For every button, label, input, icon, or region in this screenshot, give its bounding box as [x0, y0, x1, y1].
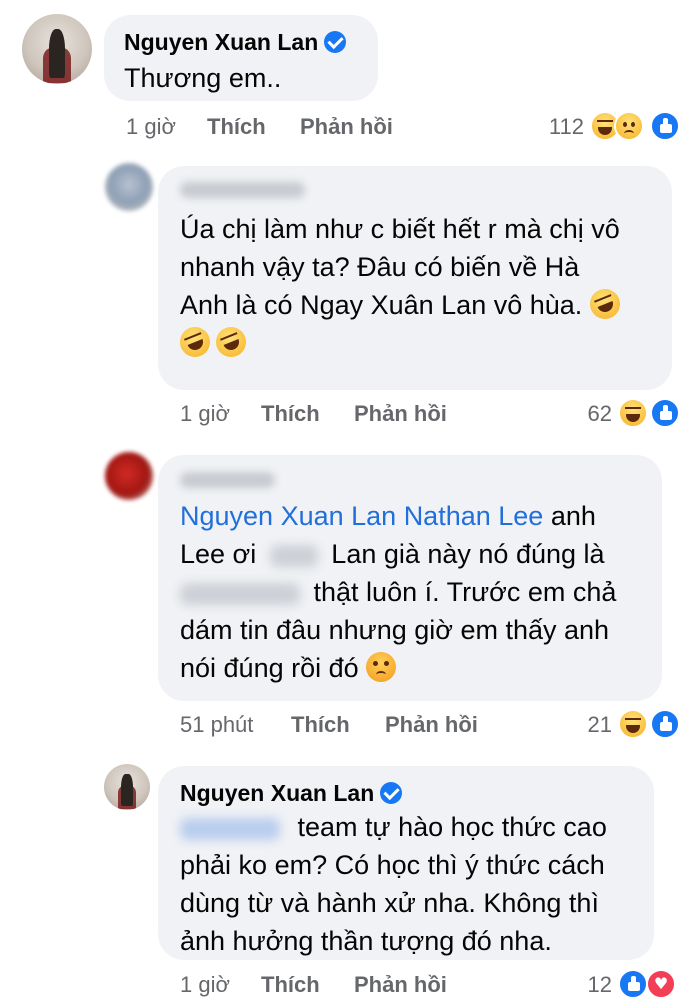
- like-reaction-icon[interactable]: [650, 709, 680, 739]
- haha-reaction-icon[interactable]: [618, 398, 648, 428]
- haha-reaction-icon[interactable]: [618, 709, 648, 739]
- reply-button[interactable]: Phản hồi: [300, 114, 393, 140]
- rolling-laughing-emoji: [585, 284, 625, 324]
- comment-time[interactable]: 1 giờ: [180, 972, 230, 998]
- rolling-laughing-emoji: [211, 322, 251, 362]
- rolling-laughing-emoji: [175, 322, 215, 362]
- comment-text: Úa chị làm như c biết hết r mà chị vô nh…: [175, 210, 665, 362]
- comment-text: Nguyen Xuan Lan Nathan Lee anh Lee ơi La…: [180, 501, 617, 683]
- comment-time[interactable]: 51 phút: [180, 712, 253, 738]
- angry-emoji: [366, 652, 397, 682]
- comment-text: team tự hào học thức cao phải ko em? Có …: [180, 812, 607, 956]
- reaction-count[interactable]: 12: [566, 972, 612, 998]
- redacted-mention[interactable]: [180, 817, 280, 840]
- mention-link[interactable]: Nguyen Xuan Lan: [180, 501, 396, 531]
- verified-badge-icon: [324, 31, 347, 53]
- comment-text: Thương em..: [124, 63, 282, 93]
- like-reaction-icon[interactable]: [650, 111, 680, 141]
- reply-button[interactable]: Phản hồi: [354, 401, 447, 427]
- like-button[interactable]: Thích: [291, 712, 350, 738]
- redacted-author-name[interactable]: [180, 182, 305, 198]
- like-reaction-icon[interactable]: [618, 969, 648, 999]
- like-button[interactable]: Thích: [207, 114, 266, 140]
- like-reaction-icon[interactable]: [650, 398, 680, 428]
- mention-link[interactable]: Nathan Lee: [404, 501, 544, 531]
- avatar[interactable]: [22, 14, 92, 84]
- reaction-count[interactable]: 21: [566, 712, 612, 738]
- reply-button[interactable]: Phản hồi: [354, 972, 447, 998]
- love-reaction-icon[interactable]: [646, 969, 676, 999]
- like-button[interactable]: Thích: [261, 401, 320, 427]
- sad-reaction-icon[interactable]: [614, 111, 644, 141]
- verified-badge-icon: [380, 782, 403, 804]
- redacted-text: [269, 544, 318, 567]
- avatar[interactable]: [105, 163, 153, 211]
- like-button[interactable]: Thích: [261, 972, 320, 998]
- comment-time[interactable]: 1 giờ: [180, 401, 230, 427]
- reply-button[interactable]: Phản hồi: [385, 712, 478, 738]
- avatar[interactable]: [104, 764, 150, 810]
- comment-time[interactable]: 1 giờ: [126, 114, 176, 140]
- reaction-count[interactable]: 112: [520, 114, 584, 140]
- reaction-count[interactable]: 62: [556, 401, 612, 427]
- redacted-text: [180, 582, 300, 605]
- comment-author[interactable]: Nguyen Xuan Lan: [180, 780, 403, 807]
- avatar[interactable]: [105, 452, 153, 500]
- comment-author[interactable]: Nguyen Xuan Lan: [124, 29, 347, 56]
- redacted-author-name[interactable]: [180, 472, 275, 488]
